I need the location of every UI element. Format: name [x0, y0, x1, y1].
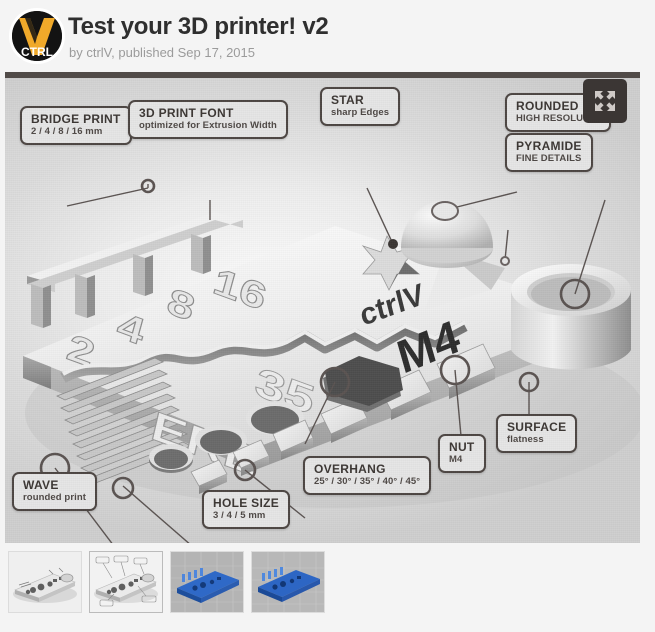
thing-detail-page: CTRL Test your 3D printer! v2 by ctrlV, …	[0, 0, 655, 632]
page-title: Test your 3D printer! v2	[68, 13, 329, 40]
thumbnail-strip[interactable]	[5, 551, 650, 617]
thumbnail-print-blue-1[interactable]	[170, 551, 244, 613]
expand-arrows-icon	[595, 91, 615, 111]
page-header: CTRL Test your 3D printer! v2 by ctrlV, …	[0, 0, 655, 72]
thumbnail-render-gray[interactable]	[8, 551, 82, 613]
expand-fullscreen-button[interactable]	[583, 79, 627, 123]
ctrlv-logo-icon[interactable]: CTRL	[9, 8, 65, 64]
image-viewer[interactable]: 2 4 8 16 35 ctrlV M4 BRIDGE PRINT 2 / 4 …	[5, 72, 640, 543]
image-grain-overlay	[5, 78, 640, 543]
svg-text:CTRL: CTRL	[21, 45, 53, 59]
page-byline: by ctrlV, published Sep 17, 2015	[69, 45, 255, 60]
viewer-stage: 2 4 8 16 35 ctrlV M4 BRIDGE PRINT 2 / 4 …	[5, 78, 640, 543]
thumbnail-render-labeled[interactable]	[89, 551, 163, 613]
thumbnail-print-blue-2[interactable]	[251, 551, 325, 613]
